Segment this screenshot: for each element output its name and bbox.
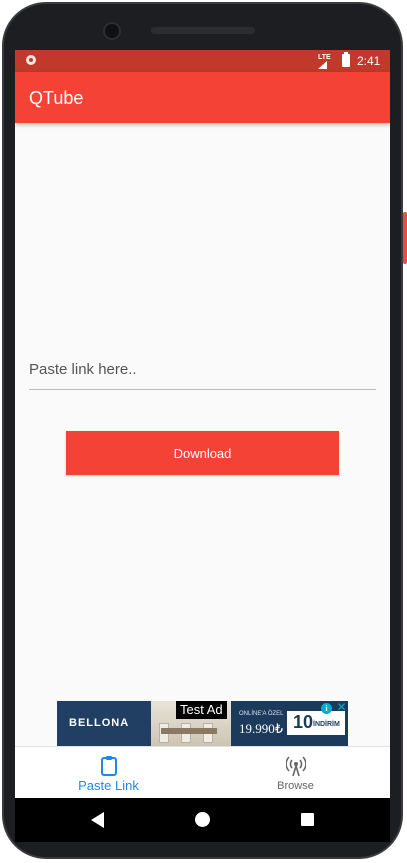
ad-table	[161, 728, 217, 734]
home-icon[interactable]	[195, 812, 210, 827]
ad-brand: BELLONA	[69, 717, 130, 729]
info-icon[interactable]: i	[321, 703, 332, 714]
front-camera	[103, 22, 121, 40]
download-button[interactable]: Download	[66, 431, 339, 475]
status-time: 2:41	[357, 54, 381, 68]
ad-price: 19.990₺	[239, 721, 284, 736]
signal-icon	[318, 61, 327, 69]
earpiece-speaker	[151, 27, 255, 34]
status-bar: LTE 2:41	[15, 50, 390, 72]
nav-label-paste-link: Paste Link	[78, 778, 139, 793]
ad-brand-panel: BELLONA	[57, 701, 151, 746]
ad-discount-badge: 10 İNDİRİM	[287, 711, 345, 735]
app-title: QTube	[29, 88, 84, 108]
side-button	[403, 212, 407, 264]
notification-icon	[26, 55, 36, 65]
battery-icon	[342, 52, 350, 67]
app-bar: QTube	[15, 72, 390, 123]
clipboard-icon	[101, 756, 117, 776]
ad-discount-number: 10	[293, 712, 314, 732]
screen: LTE 2:41 QTube Download BELLONA ONLİNE'A…	[15, 50, 390, 798]
nav-label-browse: Browse	[277, 780, 314, 792]
nav-item-paste-link[interactable]: Paste Link	[15, 747, 202, 798]
bottom-navigation: Paste Link Browse	[15, 746, 390, 798]
paste-link-input[interactable]	[29, 349, 376, 390]
nav-item-browse[interactable]: Browse	[202, 747, 389, 798]
recents-icon[interactable]	[301, 813, 314, 826]
close-icon[interactable]: ✕	[335, 701, 348, 714]
back-icon[interactable]	[91, 812, 104, 828]
test-ad-label: Test Ad	[176, 701, 227, 719]
system-navigation-bar	[15, 798, 390, 842]
ad-banner[interactable]: BELLONA ONLİNE'A ÖZEL 19.990₺ 10 İNDİRİM…	[57, 701, 348, 746]
ad-discount-text: İNDİRİM	[313, 721, 340, 728]
ad-online-text: ONLİNE'A ÖZEL	[239, 711, 284, 717]
network-type: LTE	[318, 54, 331, 61]
broadcast-icon	[286, 756, 306, 777]
device-frame: LTE 2:41 QTube Download BELLONA ONLİNE'A…	[0, 0, 407, 863]
